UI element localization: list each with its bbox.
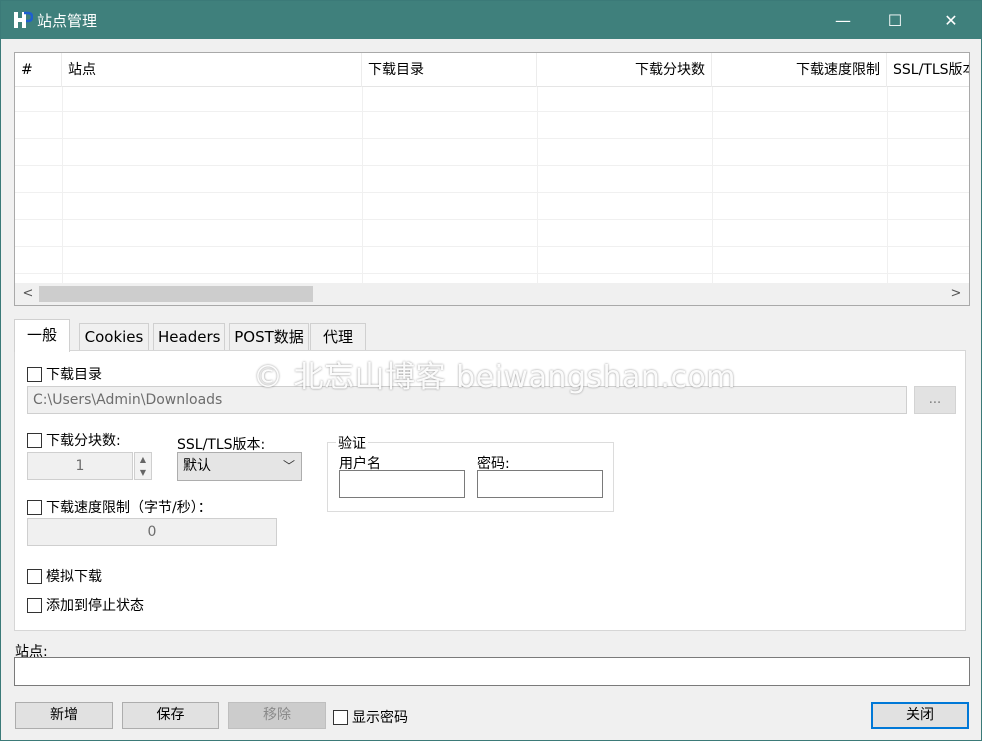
column-divider (537, 87, 538, 283)
chunks-field[interactable]: 1 (27, 452, 133, 480)
chunks-stepper[interactable]: ▲ ▼ (134, 452, 152, 480)
show-password-checkbox[interactable]: 显示密码 (333, 707, 408, 727)
scroll-right-icon[interactable]: > (947, 285, 965, 303)
horizontal-scrollbar[interactable]: < > (15, 283, 969, 305)
ssl-version-label: SSL/TLS版本: (177, 437, 266, 453)
tab-proxy[interactable]: 代理 (310, 323, 366, 351)
row-divider (15, 273, 969, 274)
show-password-label: 显示密码 (352, 710, 408, 726)
row-divider (15, 165, 969, 166)
download-dir-checkbox[interactable]: 下载目录 (27, 364, 102, 384)
chunks-label: 下载分块数: (46, 433, 121, 449)
chevron-down-icon: ﹀ (282, 459, 295, 473)
row-divider (15, 219, 969, 220)
checkbox-box[interactable] (333, 709, 348, 725)
row-divider (15, 111, 969, 112)
speed-limit-field[interactable]: 0 (27, 518, 277, 546)
checkbox-box[interactable] (27, 568, 42, 584)
column-divider (62, 87, 63, 283)
add-stopped-label: 添加到停止状态 (46, 598, 144, 614)
column-header-chunks[interactable]: 下载分块数 (537, 53, 712, 87)
close-button[interactable]: 关闭 (871, 702, 969, 729)
browse-button[interactable]: ... (914, 386, 956, 414)
column-header-speed-limit[interactable]: 下载速度限制 (712, 53, 887, 87)
tab-general[interactable]: 一般 (14, 319, 70, 352)
checkbox-box[interactable] (27, 597, 42, 613)
site-list-table[interactable]: # 站点 下载目录 下载分块数 下载速度限制 SSL/TLS版本 < > (14, 52, 970, 306)
column-header-index[interactable]: # (15, 53, 62, 87)
row-divider (15, 138, 969, 139)
window-title: 站点管理 (37, 12, 98, 30)
speed-limit-label: 下载速度限制（字节/秒）： (46, 500, 212, 516)
simulate-download-checkbox[interactable]: 模拟下载 (27, 566, 102, 586)
watermark: © 北忘山博客 beiwangshan.com (253, 360, 737, 395)
save-button[interactable]: 保存 (122, 702, 219, 729)
tab-post-data[interactable]: POST数据 (229, 323, 309, 351)
checkbox-box[interactable] (27, 366, 42, 382)
row-divider (15, 192, 969, 193)
title-bar: 站点管理 — ☐ ✕ (1, 1, 981, 39)
ssl-version-selected: 默认 (183, 458, 211, 474)
table-header: # 站点 下载目录 下载分块数 下载速度限制 SSL/TLS版本 (15, 53, 969, 87)
password-input[interactable] (477, 470, 603, 498)
ssl-version-select[interactable]: 默认 ﹀ (177, 452, 302, 481)
column-divider (887, 87, 888, 283)
site-input[interactable] (14, 657, 970, 686)
maximize-icon[interactable]: ☐ (869, 1, 921, 39)
column-header-ssl-version[interactable]: SSL/TLS版本 (887, 53, 969, 87)
add-stopped-checkbox[interactable]: 添加到停止状态 (27, 595, 144, 615)
close-icon[interactable]: ✕ (925, 1, 977, 39)
add-button[interactable]: 新增 (15, 702, 113, 729)
simulate-download-label: 模拟下载 (46, 569, 102, 585)
app-logo-icon (11, 9, 33, 31)
column-divider (712, 87, 713, 283)
site-manager-window: 站点管理 — ☐ ✕ # 站点 下载目录 下载分块数 下载速度限制 SSL/TL… (0, 0, 982, 741)
table-body (15, 87, 969, 283)
username-input[interactable] (339, 470, 465, 498)
spin-up-icon[interactable]: ▲ (135, 453, 151, 466)
column-divider (362, 87, 363, 283)
row-divider (15, 246, 969, 247)
column-header-site[interactable]: 站点 (62, 53, 362, 87)
auth-groupbox: 验证 用户名 密码: (327, 433, 614, 512)
checkbox-box[interactable] (27, 432, 42, 448)
minimize-icon[interactable]: — (817, 1, 869, 39)
checkbox-box[interactable] (27, 499, 42, 515)
scroll-left-icon[interactable]: < (19, 285, 37, 303)
scroll-thumb[interactable] (39, 286, 313, 302)
remove-button[interactable]: 移除 (228, 702, 326, 729)
download-dir-label: 下载目录 (46, 367, 102, 383)
tab-cookies[interactable]: Cookies (79, 323, 149, 351)
speed-limit-checkbox[interactable]: 下载速度限制（字节/秒）： (27, 497, 212, 517)
auth-legend: 验证 (336, 433, 368, 453)
chunks-checkbox[interactable]: 下载分块数: (27, 430, 121, 450)
tab-headers[interactable]: Headers (153, 323, 225, 351)
column-header-download-dir[interactable]: 下载目录 (362, 53, 537, 87)
spin-down-icon[interactable]: ▼ (135, 466, 151, 479)
